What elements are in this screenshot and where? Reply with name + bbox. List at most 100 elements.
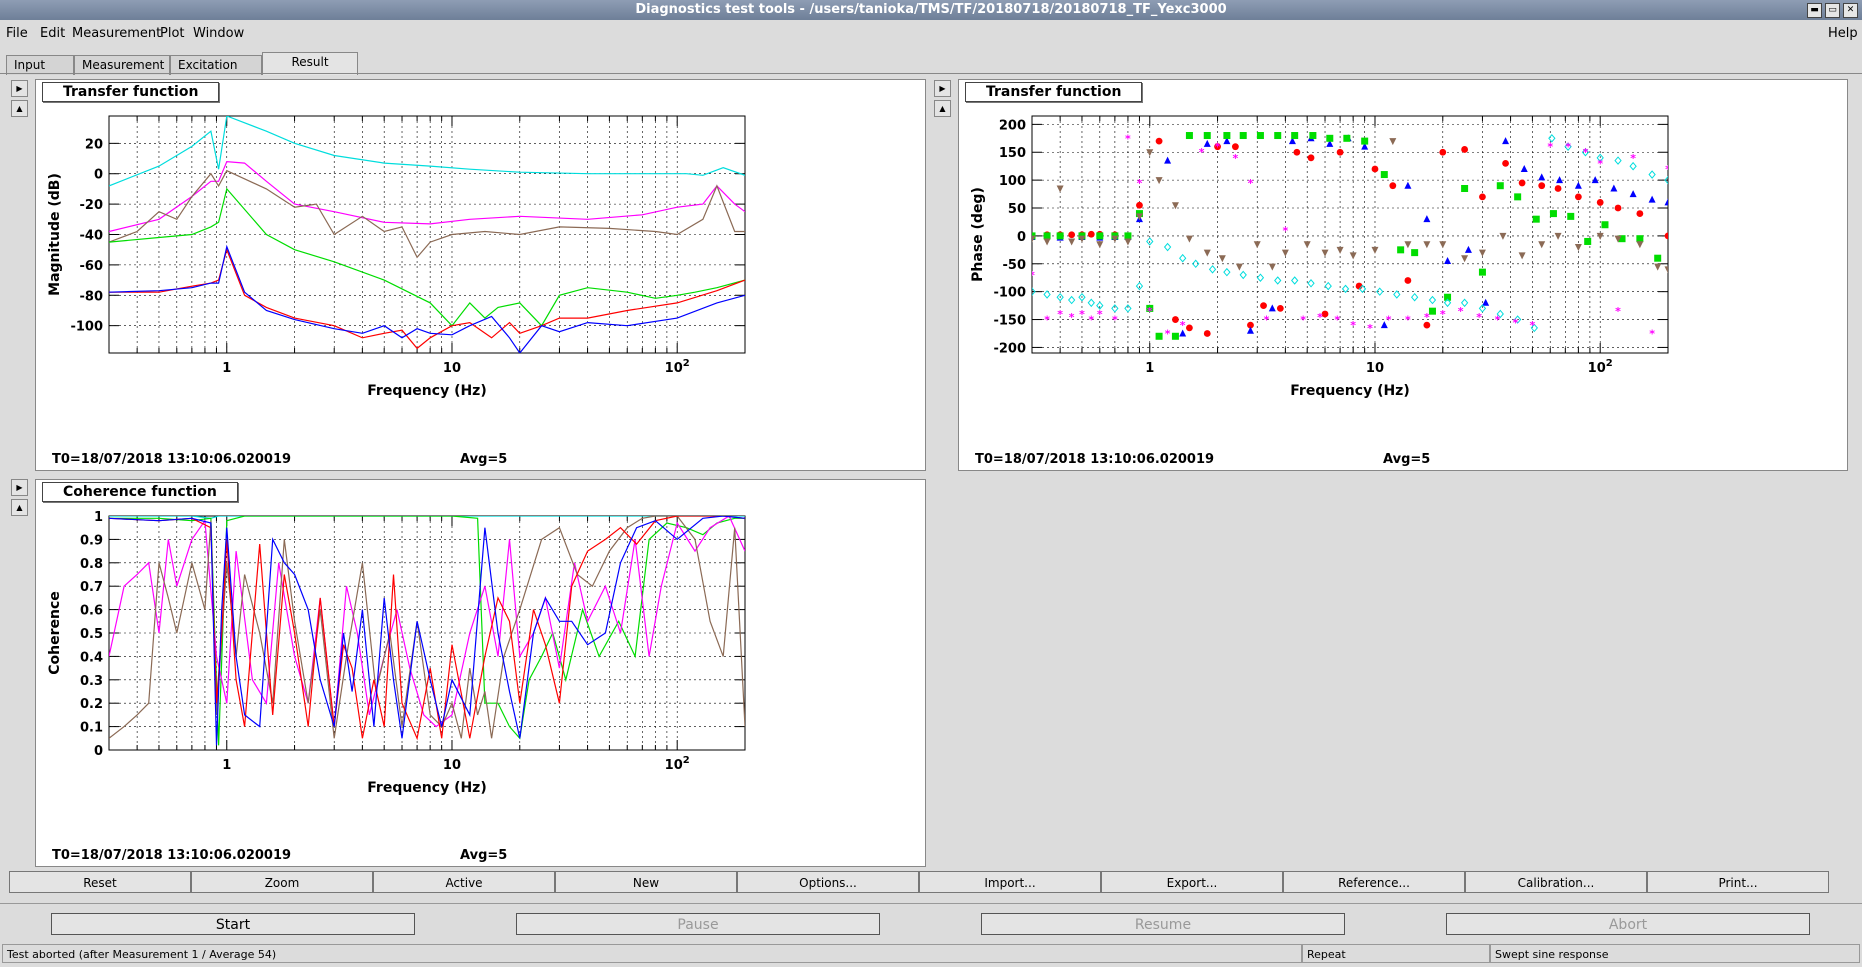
magenta-series-point: * [1300, 314, 1306, 327]
green-series-point [1601, 221, 1609, 229]
right-arrow-icon[interactable]: ▶ [11, 80, 28, 97]
up-arrow-icon[interactable]: ▲ [11, 499, 28, 516]
magenta-series-point: * [1386, 314, 1392, 327]
green-series-point [1411, 249, 1419, 257]
phase-t0: T0=18/07/2018 13:10:06.020019 [975, 452, 1215, 467]
calibration-button[interactable]: Calibration... [1465, 871, 1647, 893]
y-tick-label: 100 [999, 174, 1026, 189]
export-button[interactable]: Export... [1101, 871, 1283, 893]
magnitude-t0: T0=18/07/2018 13:10:06.020019 [52, 452, 292, 467]
green-series-point [1514, 193, 1522, 201]
red-series-point [1554, 185, 1562, 192]
magenta-series-point: * [1125, 132, 1131, 145]
x-axis-label: Frequency (Hz) [367, 383, 486, 399]
red-series-point [1172, 316, 1179, 323]
x-tick-label: 102 [1588, 358, 1613, 376]
y-tick-label: 0.9 [80, 533, 103, 548]
magenta-series-point: * [1476, 311, 1482, 324]
red-series-point [1502, 160, 1509, 167]
magnitude-chart[interactable]: 20 0 -20 -40 -60 -80 -100 1 10 102 Frequency (Hz) M… [36, 104, 925, 444]
window-controls: ▬ ▭ ✕ [1807, 3, 1858, 18]
magnitude-avg: Avg=5 [460, 452, 508, 467]
green-series-point [1380, 171, 1388, 179]
active-button[interactable]: Active [373, 871, 555, 893]
menu-file[interactable]: File [6, 26, 28, 41]
phase-panel: Transfer function 200 150 100 50 0 -50 -100 -15… [958, 79, 1848, 471]
y-tick-label: 0.2 [80, 697, 103, 712]
right-arrow-icon[interactable]: ▶ [11, 479, 28, 496]
tab-input[interactable]: Input [6, 55, 74, 75]
magenta-series-point: * [1165, 327, 1171, 340]
y-tick-label: -50 [1003, 258, 1027, 273]
right-arrow-icon[interactable]: ▶ [934, 80, 951, 97]
magenta-series-point: * [1057, 308, 1063, 321]
y-tick-label: -100 [993, 286, 1026, 301]
magenta-series-point: * [1097, 308, 1103, 321]
magenta-series-point: * [1630, 152, 1636, 165]
resume-button[interactable]: Resume [981, 913, 1345, 935]
y-tick-label: 150 [999, 146, 1026, 161]
abort-button[interactable]: Abort [1446, 913, 1810, 935]
magenta-series-point: * [1317, 311, 1323, 324]
menu-window[interactable]: Window [193, 26, 244, 41]
menu-help[interactable]: Help [1828, 26, 1858, 41]
tab-excitation[interactable]: Excitation [170, 55, 262, 75]
reference-button[interactable]: Reference... [1283, 871, 1465, 893]
red-series-point [1479, 193, 1486, 201]
coherence-panel: Coherence function 1 0.9 0.8 0.7 0.6 0.5 0.4 0.… [35, 479, 926, 867]
close-icon[interactable]: ✕ [1843, 3, 1858, 18]
window-title: Diagnostics test tools - /users/tanioka/… [635, 2, 1227, 17]
maximize-icon[interactable]: ▭ [1825, 3, 1840, 18]
phase-panel-title[interactable]: Transfer function [965, 82, 1143, 102]
x-tick-exponent: 2 [683, 358, 690, 369]
phase-chart[interactable]: 200 150 100 50 0 -50 -100 -150 -200 1 10 102 Frequen… [959, 104, 1847, 444]
magnitude-panel: Transfer function 20 0 -20 -40 -60 -80 -100 1 10… [35, 79, 926, 471]
print-button[interactable]: Print... [1647, 871, 1829, 893]
magenta-series-point: * [1495, 314, 1501, 327]
start-button[interactable]: Start [51, 913, 415, 935]
import-button[interactable]: Import... [919, 871, 1101, 893]
red-series-point [1231, 143, 1239, 151]
magenta-series-point: * [1137, 177, 1143, 190]
green-series-point [1496, 182, 1504, 190]
red-series-point [1276, 304, 1284, 312]
zoom-button[interactable]: Zoom [191, 871, 373, 893]
reset-button[interactable]: Reset [9, 871, 191, 893]
magenta-series-point: * [1649, 327, 1655, 340]
minimize-icon[interactable]: ▬ [1807, 3, 1822, 18]
coherence-chart[interactable]: 1 0.9 0.8 0.7 0.6 0.5 0.4 0.3 0.2 0.1 0 1 10 102 Frequ… [36, 504, 925, 840]
options-button[interactable]: Options... [737, 871, 919, 893]
menu-measurement[interactable]: Measurement [72, 26, 161, 41]
x-tick-label: 1 [222, 361, 231, 376]
tab-result[interactable]: Result [262, 52, 358, 75]
green-series-point [1654, 254, 1662, 262]
magnitude-panel-title[interactable]: Transfer function [42, 82, 220, 102]
coherence-panel-title[interactable]: Coherence function [42, 482, 238, 502]
y-tick-label: 0 [94, 744, 103, 759]
magenta-series-point: * [1199, 146, 1205, 159]
up-arrow-icon[interactable]: ▲ [11, 100, 28, 117]
x-tick-label: 1 [1145, 361, 1154, 376]
menu-edit[interactable]: Edit [40, 26, 65, 41]
up-arrow-icon[interactable]: ▲ [934, 100, 951, 117]
y-tick-label: -40 [80, 229, 104, 244]
red-series-point [1087, 230, 1095, 238]
magenta-series-point: * [1615, 305, 1621, 318]
green-series-point [1343, 134, 1351, 142]
magenta-series-point: * [1147, 305, 1153, 318]
menu-plot[interactable]: Plot [160, 26, 185, 41]
green-series-point [1428, 307, 1436, 315]
coherence-avg: Avg=5 [460, 848, 508, 863]
magenta-series-point: * [1088, 314, 1094, 327]
pause-button[interactable]: Pause [516, 913, 880, 935]
green-series-point [1171, 332, 1179, 340]
status-message: Test aborted (after Measurement 1 / Aver… [2, 944, 1302, 963]
magenta-series-point: * [1029, 269, 1035, 282]
tab-measurement[interactable]: Measurement [74, 55, 170, 75]
magenta-series-point: * [1334, 314, 1340, 327]
red-series-point [1636, 210, 1644, 217]
magenta-series-point: * [1424, 311, 1430, 324]
red-series-point [1371, 165, 1379, 173]
mag-panel-arrows: ▶ ▲ [11, 80, 28, 120]
new-button[interactable]: New [555, 871, 737, 893]
